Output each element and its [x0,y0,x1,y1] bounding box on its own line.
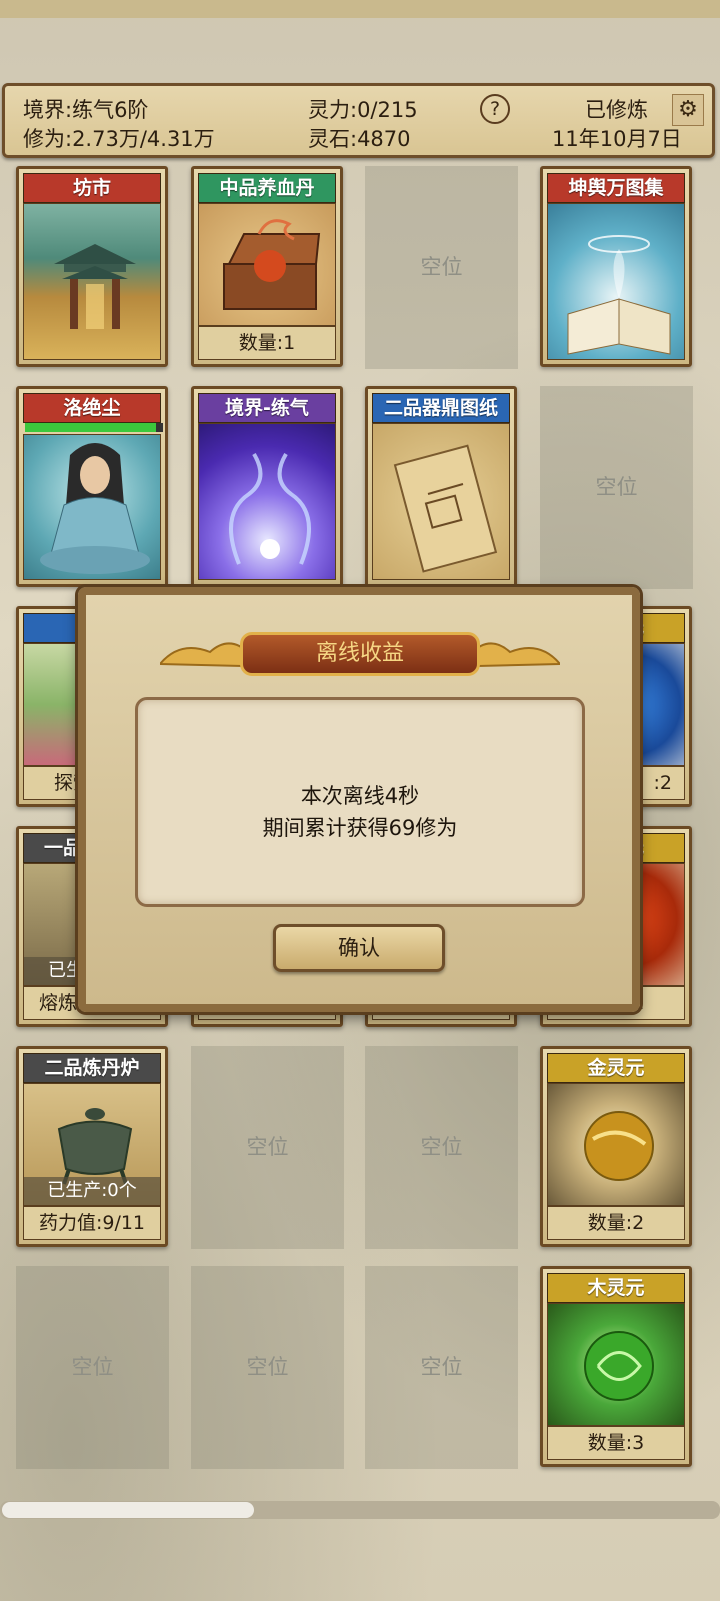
realm-label: 境界:练气6阶 [23,98,149,122]
card-wood[interactable]: 木灵元 数量:3 [540,1266,692,1467]
top-strip [0,0,720,18]
empty-slot[interactable]: 空位 [365,1266,518,1469]
offline-duration-text: 本次离线4秒 [300,784,420,808]
empty-slot[interactable]: 空位 [191,1266,344,1469]
card-market[interactable]: 坊市 [16,166,168,367]
card-title: 境界-练气 [198,393,336,423]
pill-box-icon [223,219,321,310]
status-header: 境界:练气6阶 修为:2.73万/4.31万 灵力:0/215 灵石:4870 … [2,83,715,158]
open-book-icon [567,235,671,355]
dialog-title: 离线收益 [240,632,480,676]
card-foot: 数量:2 [547,1206,685,1240]
game-date: 11年10月7日 [552,127,682,151]
pagoda-gate-icon [54,244,136,329]
cultivating-status: 已修炼 [585,98,648,122]
dialog-banner: 离线收益 [160,626,560,682]
wood-orb-icon [584,1331,654,1401]
cultivation-label: 修为:2.73万/4.31万 [23,127,215,151]
health-bar [25,423,163,432]
blueprint-art [372,423,510,580]
empty-slot[interactable]: 空位 [365,166,518,369]
wood-orb-art [547,1303,685,1426]
gold-orb-art [547,1083,685,1206]
furnace-art: 已生产:0个 [23,1083,161,1206]
card-foot: 数量:1 [198,326,336,360]
help-icon[interactable]: ? [480,94,510,124]
scroll-icon [393,444,498,573]
qi-swirl-icon [229,452,311,565]
empty-slot[interactable]: 空位 [540,386,693,589]
card-pill[interactable]: 中品养血丹 数量:1 [191,166,343,367]
card-title: 木灵元 [547,1273,685,1303]
card-blueprint[interactable]: 二品器鼎图纸 [365,386,517,587]
card-title: 坊市 [23,173,161,203]
dialog-message-box: 本次离线4秒 期间累计获得69修为 [135,697,585,907]
spirit-power-label: 灵力:0/215 [308,98,418,122]
card-title: 金灵元 [547,1053,685,1083]
health-bar-fill [25,423,157,432]
empty-slot[interactable]: 空位 [365,1046,518,1249]
empty-slot[interactable]: 空位 [16,1266,169,1469]
scrollbar-thumb[interactable] [2,1502,254,1518]
card-character[interactable]: 洛绝尘 [16,386,168,587]
card-atlas[interactable]: 坤舆万图集 [540,166,692,367]
card-title: 中品养血丹 [198,173,336,203]
empty-slot[interactable]: 空位 [191,1046,344,1249]
gold-orb-icon [584,1111,654,1181]
card-realm[interactable]: 境界-练气 [191,386,343,587]
card-title: 二品器鼎图纸 [372,393,510,423]
card-foot: 药力值:9/11 [23,1206,161,1240]
card-title: 二品炼丹炉 [23,1053,161,1083]
character-art [23,434,161,580]
card-title: 坤舆万图集 [547,173,685,203]
confirm-button[interactable]: 确认 [273,924,445,972]
earned-cultivation-text: 期间累计获得69修为 [262,816,458,840]
market-art [23,203,161,360]
card-overlay: 已生产:0个 [24,1177,160,1205]
pill-art [198,203,336,326]
card-foot: 数量:3 [547,1426,685,1460]
atlas-art [547,203,685,360]
gear-icon[interactable]: ⚙ [672,94,704,126]
horizontal-scrollbar[interactable] [0,1501,720,1519]
meditating-figure-icon [40,443,150,574]
spirit-stones-label: 灵石:4870 [308,127,411,151]
realm-art [198,423,336,580]
card-gold[interactable]: 金灵元 数量:2 [540,1046,692,1247]
card-title: 洛绝尘 [23,393,161,423]
card-furnace[interactable]: 二品炼丹炉 已生产:0个 药力值:9/11 [16,1046,168,1247]
